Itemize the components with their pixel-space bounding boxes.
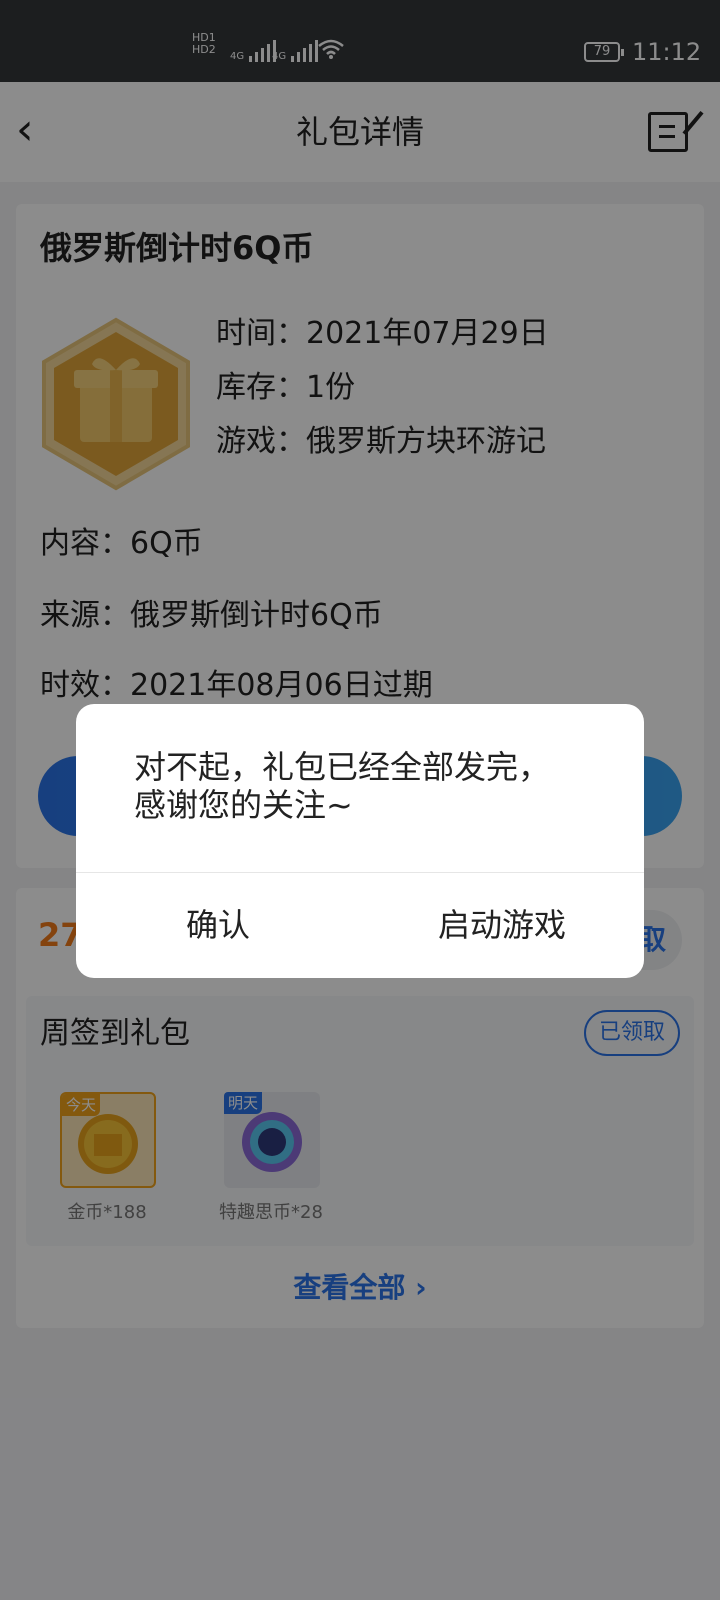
dialog-divider — [76, 872, 644, 873]
confirm-button[interactable]: 确认 — [76, 882, 360, 968]
dialog-line-1: 对不起，礼包已经全部发完， — [134, 748, 551, 786]
sold-out-dialog: 对不起，礼包已经全部发完， 感谢您的关注~ 确认 启动游戏 — [76, 704, 644, 978]
launch-game-button[interactable]: 启动游戏 — [360, 882, 644, 968]
dialog-line-2: 感谢您的关注~ — [134, 786, 353, 824]
dialog-message: 对不起，礼包已经全部发完， 感谢您的关注~ — [134, 748, 604, 824]
